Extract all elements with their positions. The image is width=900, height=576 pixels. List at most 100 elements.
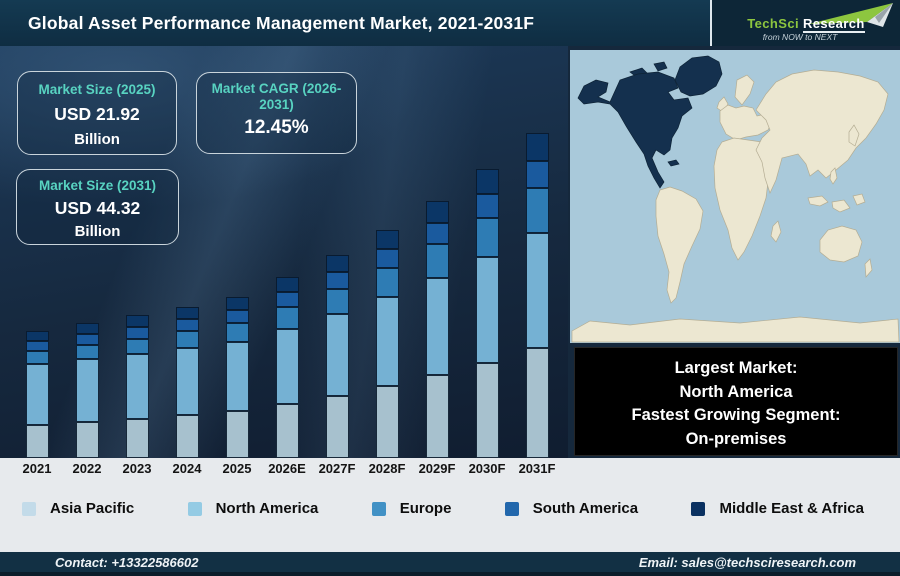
segment-south-america <box>476 194 499 218</box>
callout-line: Largest Market: <box>575 357 897 381</box>
x-axis-label-2023: 2023 <box>112 461 162 476</box>
segment-europe <box>126 339 149 354</box>
segment-north-america <box>526 233 549 348</box>
segment-europe <box>376 268 399 297</box>
bar-2029f <box>426 201 449 458</box>
segment-north-america <box>26 364 49 425</box>
largest-market-callout: Largest Market: North America Fastest Gr… <box>574 347 898 456</box>
segment-north-america <box>276 329 299 404</box>
bar-2026e <box>276 277 299 458</box>
segment-north-america <box>476 257 499 363</box>
legend-label-middle-east-africa: Middle East & Africa <box>719 500 863 517</box>
stacked-bars <box>0 46 568 458</box>
infographic-page: Global Asset Performance Management Mark… <box>0 0 900 576</box>
bar-2022 <box>76 323 99 458</box>
segment-middle-east-africa <box>226 297 249 310</box>
bar-2031f <box>526 133 549 458</box>
segment-middle-east-africa <box>176 307 199 319</box>
segment-south-america <box>76 334 99 345</box>
legend-swatch-middle-east-africa <box>691 502 705 516</box>
bar-2021 <box>26 331 49 458</box>
segment-south-america <box>526 161 549 188</box>
x-axis-label-2022: 2022 <box>62 461 112 476</box>
footer-bar: Contact: +13322586602 Email: sales@techs… <box>0 552 900 576</box>
segment-middle-east-africa <box>326 255 349 272</box>
segment-asia-pacific <box>276 404 299 458</box>
segment-middle-east-africa <box>526 133 549 161</box>
bar-2025 <box>226 297 249 458</box>
segment-middle-east-africa <box>126 315 149 327</box>
segment-south-america <box>126 327 149 339</box>
segment-north-america <box>376 297 399 386</box>
segment-europe <box>276 307 299 329</box>
x-axis-label-2030f: 2030F <box>462 461 512 476</box>
segment-europe <box>176 331 199 348</box>
segment-north-america <box>326 314 349 396</box>
segment-south-america <box>326 272 349 289</box>
legend-label-europe: Europe <box>400 500 452 517</box>
techsci-logo: TechSci Research from NOW to NEXT <box>710 0 900 46</box>
bottom-band: 202120222023202420252026E2027F2028F2029F… <box>0 458 900 552</box>
segment-asia-pacific <box>476 363 499 458</box>
chart-panel: Market Size (2025) USD 21.92 Billion Mar… <box>0 46 568 458</box>
segment-middle-east-africa <box>426 201 449 223</box>
right-column: Largest Market: North America Fastest Gr… <box>568 46 900 458</box>
callout-line: North America <box>575 381 897 405</box>
segment-europe <box>76 345 99 359</box>
legend-item-north-america: North America <box>188 500 319 517</box>
segment-north-america <box>176 348 199 415</box>
bar-2030f <box>476 169 499 458</box>
legend-item-europe: Europe <box>372 500 452 517</box>
segment-asia-pacific <box>426 375 449 458</box>
segment-south-america <box>276 292 299 307</box>
footer-email: Email: sales@techsciresearch.com <box>639 555 856 570</box>
segment-asia-pacific <box>76 422 99 458</box>
segment-north-america <box>126 354 149 419</box>
callout-line: On-premises <box>575 428 897 452</box>
segment-south-america <box>176 319 199 331</box>
segment-north-america <box>76 359 99 422</box>
segment-north-america <box>226 342 249 411</box>
bar-2024 <box>176 307 199 458</box>
legend-label-north-america: North America <box>216 500 319 517</box>
segment-asia-pacific <box>126 419 149 458</box>
segment-europe <box>326 289 349 314</box>
x-axis-label-2031f: 2031F <box>512 461 562 476</box>
x-axis-label-2021: 2021 <box>12 461 62 476</box>
segment-south-america <box>226 310 249 323</box>
bar-2028f <box>376 230 399 458</box>
segment-europe <box>226 323 249 342</box>
legend-swatch-south-america <box>505 502 519 516</box>
legend-swatch-north-america <box>188 502 202 516</box>
world-map <box>570 50 900 343</box>
x-axis-label-2028f: 2028F <box>362 461 412 476</box>
legend-item-middle-east-africa: Middle East & Africa <box>691 500 863 517</box>
segment-middle-east-africa <box>76 323 99 334</box>
segment-asia-pacific <box>326 396 349 458</box>
segment-south-america <box>426 223 449 244</box>
segment-asia-pacific <box>376 386 399 458</box>
segment-europe <box>476 218 499 257</box>
chart-legend: Asia Pacific North America Europe South Ame… <box>0 500 900 517</box>
legend-item-south-america: South America <box>505 500 638 517</box>
logo-tagline: from NOW to NEXT <box>712 32 888 42</box>
legend-label-south-america: South America <box>533 500 638 517</box>
segment-middle-east-africa <box>276 277 299 292</box>
header-bar: Global Asset Performance Management Mark… <box>0 0 900 46</box>
segment-asia-pacific <box>526 348 549 458</box>
bar-2027f <box>326 255 349 458</box>
footer-contact: Contact: +13322586602 <box>55 555 198 570</box>
x-axis-labels: 202120222023202420252026E2027F2028F2029F… <box>0 461 568 481</box>
legend-swatch-europe <box>372 502 386 516</box>
legend-swatch-asia-pacific <box>22 502 36 516</box>
logo-brand2: Research <box>803 16 865 33</box>
x-axis-label-2029f: 2029F <box>412 461 462 476</box>
legend-item-asia-pacific: Asia Pacific <box>22 500 134 517</box>
logo-brand: TechSci <box>747 16 799 31</box>
segment-north-america <box>426 278 449 375</box>
segment-asia-pacific <box>26 425 49 458</box>
segment-europe <box>26 351 49 364</box>
segment-europe <box>426 244 449 278</box>
segment-middle-east-africa <box>26 331 49 341</box>
callout-line: Fastest Growing Segment: <box>575 404 897 428</box>
